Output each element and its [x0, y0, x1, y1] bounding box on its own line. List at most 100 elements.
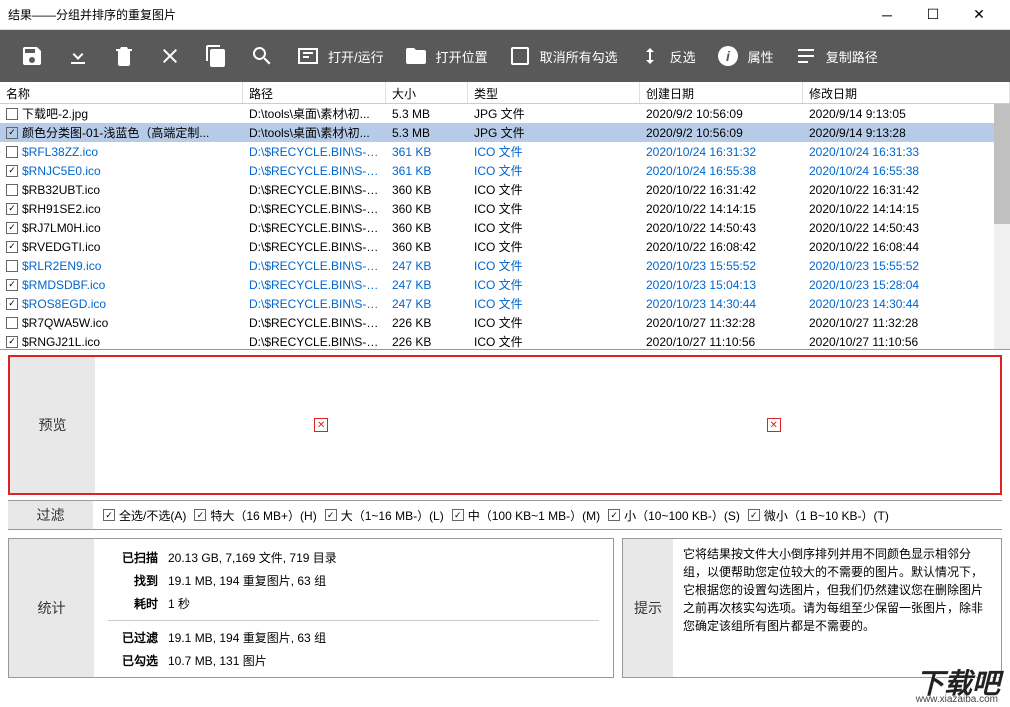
header-path[interactable]: 路径 [243, 82, 386, 103]
table-row[interactable]: $RLR2EN9.icoD:\$RECYCLE.BIN\S-1-...247 K… [0, 256, 1010, 275]
row-type: JPG 文件 [468, 104, 640, 123]
row-created: 2020/10/24 16:55:38 [640, 163, 803, 179]
toolbar-save-button[interactable] [12, 38, 52, 74]
stats-checked-val: 10.7 MB, 131 图片 [168, 652, 267, 669]
copy-icon [202, 42, 230, 70]
row-checkbox[interactable] [6, 241, 18, 253]
filter-text: 大（1~16 MB-）(L) [341, 507, 444, 524]
maximize-button[interactable]: ☐ [910, 0, 956, 30]
table-row[interactable]: $RH91SE2.icoD:\$RECYCLE.BIN\S-1-...360 K… [0, 199, 1010, 218]
row-path: D:\$RECYCLE.BIN\S-1-... [243, 315, 386, 331]
row-checkbox[interactable] [6, 279, 18, 291]
filter-checkbox[interactable] [748, 509, 760, 521]
row-checkbox[interactable] [6, 298, 18, 310]
filter-option[interactable]: 特大（16 MB+）(H) [194, 507, 316, 524]
header-created[interactable]: 创建日期 [640, 82, 803, 103]
filter-label: 过滤 [8, 501, 93, 529]
row-modified: 2020/10/22 14:14:15 [803, 201, 1010, 217]
table-row[interactable]: $RB32UBT.icoD:\$RECYCLE.BIN\S-1-...360 K… [0, 180, 1010, 199]
filter-text: 小（10~100 KB-）(S) [624, 507, 740, 524]
filter-option[interactable]: 大（1~16 MB-）(L) [325, 507, 444, 524]
filter-option[interactable]: 全选/不选(A) [103, 507, 186, 524]
filter-option[interactable]: 小（10~100 KB-）(S) [608, 507, 740, 524]
table-row[interactable]: $RFL38ZZ.icoD:\$RECYCLE.BIN\S-1-...361 K… [0, 142, 1010, 161]
toolbar-invert-button[interactable]: 反选 [630, 38, 702, 74]
toolbar-label: 属性 [748, 47, 774, 66]
row-path: D:\$RECYCLE.BIN\S-1-... [243, 201, 386, 217]
table-header: 名称 路径 大小 类型 创建日期 修改日期 [0, 82, 1010, 104]
toolbar-close-button[interactable] [150, 38, 190, 74]
download-icon [64, 42, 92, 70]
scroll-thumb[interactable] [994, 104, 1010, 224]
row-name: 颜色分类图-01-浅蓝色（高端定制... [22, 124, 209, 141]
row-checkbox[interactable] [6, 317, 18, 329]
header-type[interactable]: 类型 [468, 82, 640, 103]
row-size: 360 KB [386, 201, 468, 217]
toolbar-download-button[interactable] [58, 38, 98, 74]
vertical-scrollbar[interactable] [994, 104, 1010, 350]
row-path: D:\$RECYCLE.BIN\S-1-... [243, 334, 386, 350]
uncheck-icon [506, 42, 534, 70]
filter-option[interactable]: 中（100 KB~1 MB-）(M) [452, 507, 600, 524]
row-checkbox[interactable] [6, 184, 18, 196]
table-row[interactable]: $RVEDGTI.icoD:\$RECYCLE.BIN\S-1-...360 K… [0, 237, 1010, 256]
filter-checkbox[interactable] [325, 509, 337, 521]
header-size[interactable]: 大小 [386, 82, 468, 103]
table-row[interactable]: 颜色分类图-01-浅蓝色（高端定制...D:\tools\桌面\素材\初...5… [0, 123, 1010, 142]
toolbar-folder-button[interactable]: 打开位置 [396, 38, 494, 74]
info-icon: i [714, 42, 742, 70]
row-created: 2020/10/22 14:14:15 [640, 201, 803, 217]
toolbar-path-button[interactable]: 复制路径 [786, 38, 884, 74]
toolbar-trash-button[interactable] [104, 38, 144, 74]
row-checkbox[interactable] [6, 222, 18, 234]
toolbar-label: 复制路径 [826, 47, 878, 66]
toolbar-open-button[interactable]: 打开/运行 [288, 38, 390, 74]
header-modified[interactable]: 修改日期 [803, 82, 1010, 103]
toolbar-search-button[interactable] [242, 38, 282, 74]
row-modified: 2020/10/24 16:31:33 [803, 144, 1010, 160]
filter-checkbox[interactable] [452, 509, 464, 521]
table-row[interactable]: $ROS8EGD.icoD:\$RECYCLE.BIN\S-1-...247 K… [0, 294, 1010, 313]
row-modified: 2020/10/22 16:31:42 [803, 182, 1010, 198]
row-created: 2020/10/23 14:30:44 [640, 296, 803, 312]
row-size: 247 KB [386, 258, 468, 274]
row-checkbox[interactable] [6, 336, 18, 348]
table-row[interactable]: $RJ7LM0H.icoD:\$RECYCLE.BIN\S-1-...360 K… [0, 218, 1010, 237]
toolbar-copy-button[interactable] [196, 38, 236, 74]
toolbar-info-button[interactable]: i 属性 [708, 38, 780, 74]
row-created: 2020/10/27 11:10:56 [640, 334, 803, 350]
filter-checkbox[interactable] [103, 509, 115, 521]
row-checkbox[interactable] [6, 127, 18, 139]
table-row[interactable]: $RMDSDBF.icoD:\$RECYCLE.BIN\S-1-...247 K… [0, 275, 1010, 294]
row-size: 361 KB [386, 163, 468, 179]
row-type: ICO 文件 [468, 180, 640, 199]
save-icon [18, 42, 46, 70]
close-button[interactable]: ✕ [956, 0, 1002, 30]
row-checkbox[interactable] [6, 108, 18, 120]
table-row[interactable]: $R7QWA5W.icoD:\$RECYCLE.BIN\S-1-...226 K… [0, 313, 1010, 332]
row-size: 360 KB [386, 220, 468, 236]
table-body[interactable]: 下载吧-2.jpgD:\tools\桌面\素材\初...5.3 MBJPG 文件… [0, 104, 1010, 350]
filter-text: 中（100 KB~1 MB-）(M) [468, 507, 600, 524]
broken-image-icon: ✕ [314, 418, 328, 432]
preview-body: ✕ ✕ [95, 357, 1000, 493]
filter-option[interactable]: 微小（1 B~10 KB-）(T) [748, 507, 889, 524]
table-row[interactable]: $RNJC5E0.icoD:\$RECYCLE.BIN\S-1-...361 K… [0, 161, 1010, 180]
filter-checkbox[interactable] [194, 509, 206, 521]
row-checkbox[interactable] [6, 146, 18, 158]
row-created: 2020/9/2 10:56:09 [640, 125, 803, 141]
row-checkbox[interactable] [6, 203, 18, 215]
table-row[interactable]: $RNGJ21L.icoD:\$RECYCLE.BIN\S-1-...226 K… [0, 332, 1010, 350]
row-type: ICO 文件 [468, 256, 640, 275]
row-checkbox[interactable] [6, 260, 18, 272]
row-type: ICO 文件 [468, 313, 640, 332]
row-checkbox[interactable] [6, 165, 18, 177]
stats-found-key: 找到 [108, 572, 158, 589]
header-name[interactable]: 名称 [0, 82, 243, 103]
toolbar-uncheck-button[interactable]: 取消所有勾选 [500, 38, 624, 74]
filter-checkbox[interactable] [608, 509, 620, 521]
minimize-button[interactable]: ─ [864, 0, 910, 30]
row-created: 2020/10/22 14:50:43 [640, 220, 803, 236]
table-row[interactable]: 下载吧-2.jpgD:\tools\桌面\素材\初...5.3 MBJPG 文件… [0, 104, 1010, 123]
open-icon [294, 42, 322, 70]
